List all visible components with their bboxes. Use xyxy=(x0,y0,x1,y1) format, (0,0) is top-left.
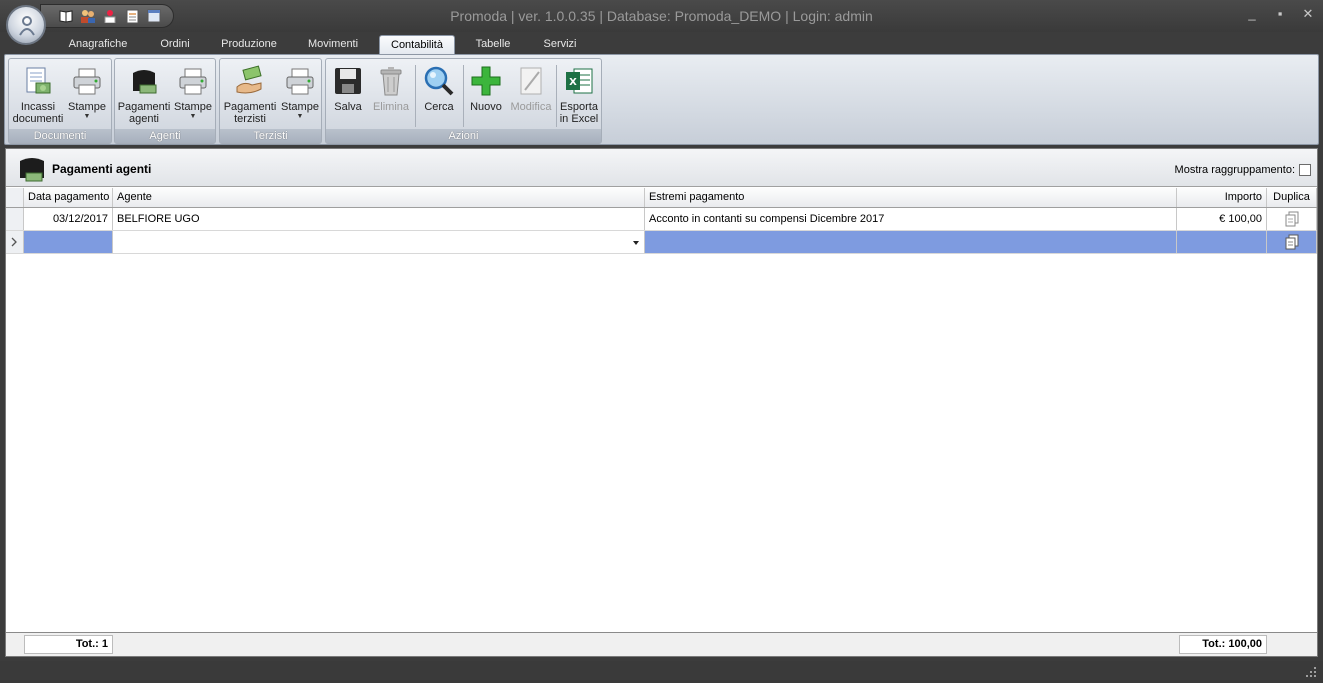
col-header-duplica[interactable]: Duplica xyxy=(1267,188,1317,207)
ribbon-separator xyxy=(415,65,416,127)
new-cell-importo[interactable] xyxy=(1177,231,1267,253)
ribbon-group-terzisti: Pagamenti terzisti Stampe ▼ Terzisti xyxy=(219,58,322,144)
grid-header-row: Data pagamento Agente Estremi pagamento … xyxy=(6,188,1317,208)
table-row[interactable]: 03/12/2017 BELFIORE UGO Acconto in conta… xyxy=(6,208,1317,231)
cell-importo[interactable]: € 100,00 xyxy=(1177,208,1267,230)
row-indicator-current[interactable] xyxy=(6,231,24,253)
tab-contabilita[interactable]: Contabilità xyxy=(379,35,455,54)
cell-data-pagamento[interactable]: 03/12/2017 xyxy=(24,208,113,230)
svg-text:X: X xyxy=(569,77,577,88)
count-total: Tot.: 1 xyxy=(24,635,113,654)
new-cell-data-pagamento[interactable] xyxy=(24,231,113,253)
esporta-excel-button[interactable]: X Esporta in Excel xyxy=(558,61,600,131)
wallet-icon xyxy=(133,70,157,94)
excel-icon: X xyxy=(566,68,593,94)
ribbon-group-label: Documenti xyxy=(9,129,111,143)
tab-servizi[interactable]: Servizi xyxy=(530,35,590,54)
dropdown-caret-icon: ▼ xyxy=(189,113,197,120)
group-toggle-checkbox[interactable] xyxy=(1299,164,1311,176)
copy-icon xyxy=(1285,234,1298,250)
invoice-icon xyxy=(26,67,51,94)
ribbon-group-documenti: Incassi documenti Stampe ▼ Documenti xyxy=(8,58,112,144)
save-icon xyxy=(335,68,361,94)
row-indicator-header xyxy=(6,188,24,207)
cerca-button[interactable]: Cerca xyxy=(418,61,460,131)
col-header-data-pagamento[interactable]: Data pagamento xyxy=(24,188,113,207)
tab-ordini[interactable]: Ordini xyxy=(148,35,202,54)
panel-header: Pagamenti agenti Mostra raggruppamento: xyxy=(6,149,1317,187)
maximize-button[interactable]: ▪ xyxy=(1273,6,1287,22)
title-bar: Promoda | ver. 1.0.0.35 | Database: Prom… xyxy=(0,0,1323,45)
incassi-documenti-button[interactable]: Incassi documenti xyxy=(11,61,65,131)
tab-anagrafiche[interactable]: Anagrafiche xyxy=(58,35,138,54)
tab-tabelle[interactable]: Tabelle xyxy=(464,35,522,54)
app-menu-button[interactable] xyxy=(6,5,46,45)
dropdown-caret-icon: ▼ xyxy=(296,113,304,120)
copy-icon xyxy=(1285,211,1298,227)
amount-total: Tot.: 100,00 xyxy=(1179,635,1267,654)
new-cell-estremi-pagamento[interactable] xyxy=(645,231,1177,253)
printer-icon xyxy=(73,68,101,95)
dropdown-caret-icon: ▼ xyxy=(83,113,91,120)
col-header-estremi-pagamento[interactable]: Estremi pagamento xyxy=(645,188,1177,207)
salva-button[interactable]: Salva xyxy=(328,61,368,131)
chevron-right-icon xyxy=(11,237,17,247)
search-icon xyxy=(424,66,454,96)
col-header-importo[interactable]: Importo xyxy=(1177,188,1267,207)
ribbon-group-label: Terzisti xyxy=(220,129,321,143)
ribbon-group-label: Agenti xyxy=(115,129,215,143)
minimize-button[interactable]: _ xyxy=(1245,6,1259,22)
group-toggle-label: Mostra raggruppamento: xyxy=(1174,164,1295,176)
duplicate-button[interactable] xyxy=(1267,208,1317,230)
group-toggle: Mostra raggruppamento: xyxy=(1175,164,1311,176)
plus-icon xyxy=(471,66,501,96)
chevron-down-icon xyxy=(633,241,639,245)
duplicate-button-new[interactable] xyxy=(1267,231,1317,253)
cell-agente[interactable]: BELFIORE UGO xyxy=(113,208,645,230)
row-indicator[interactable] xyxy=(6,208,24,230)
nuovo-button[interactable]: Nuovo xyxy=(465,61,507,131)
tab-movimenti[interactable]: Movimenti xyxy=(296,35,370,54)
printer-icon xyxy=(286,68,314,95)
stampe-agenti-button[interactable]: Stampe ▼ xyxy=(171,61,215,131)
stampe-terzisti-button[interactable]: Stampe ▼ xyxy=(278,61,322,131)
cell-estremi-pagamento[interactable]: Acconto in contanti su compensi Dicembre… xyxy=(645,208,1177,230)
page-title: Pagamenti agenti xyxy=(52,162,152,176)
resize-grip-icon[interactable] xyxy=(1305,666,1317,678)
ribbon-separator xyxy=(463,65,464,127)
ribbon-tabs: Anagrafiche Ordini Produzione Movimenti … xyxy=(0,32,1323,54)
pagamenti-agenti-button[interactable]: Pagamenti agenti xyxy=(117,61,171,131)
pagamenti-terzisti-button[interactable]: Pagamenti terzisti xyxy=(222,61,278,131)
status-bar xyxy=(0,661,1323,683)
col-header-agente[interactable]: Agente xyxy=(113,188,645,207)
ribbon: Incassi documenti Stampe ▼ Documenti Pag… xyxy=(4,54,1319,145)
tab-produzione[interactable]: Produzione xyxy=(212,35,286,54)
grid-footer: Tot.: 1 Tot.: 100,00 xyxy=(6,632,1317,656)
new-row[interactable] xyxy=(6,231,1317,254)
trash-icon xyxy=(380,67,402,96)
stampe-documenti-button[interactable]: Stampe ▼ xyxy=(65,61,109,131)
money-hand-icon xyxy=(236,65,262,94)
ribbon-group-azioni: Salva Elimina Cerca Nuovo Modifica X Esp… xyxy=(325,58,602,144)
printer-icon xyxy=(179,68,207,95)
window-title: Promoda | ver. 1.0.0.35 | Database: Prom… xyxy=(450,8,873,24)
edit-icon xyxy=(520,67,542,95)
wallet-icon xyxy=(16,153,48,188)
app-logo-icon xyxy=(19,16,35,36)
modifica-button[interactable]: Modifica xyxy=(508,61,554,131)
ribbon-separator xyxy=(556,65,557,127)
agente-dropdown[interactable] xyxy=(113,231,645,253)
elimina-button[interactable]: Elimina xyxy=(370,61,412,131)
ribbon-group-agenti: Pagamenti agenti Stampe ▼ Agenti xyxy=(114,58,216,144)
main-panel: Pagamenti agenti Mostra raggruppamento: … xyxy=(5,148,1318,657)
close-button[interactable]: ✕ xyxy=(1301,6,1315,22)
ribbon-group-label: Azioni xyxy=(326,129,601,143)
